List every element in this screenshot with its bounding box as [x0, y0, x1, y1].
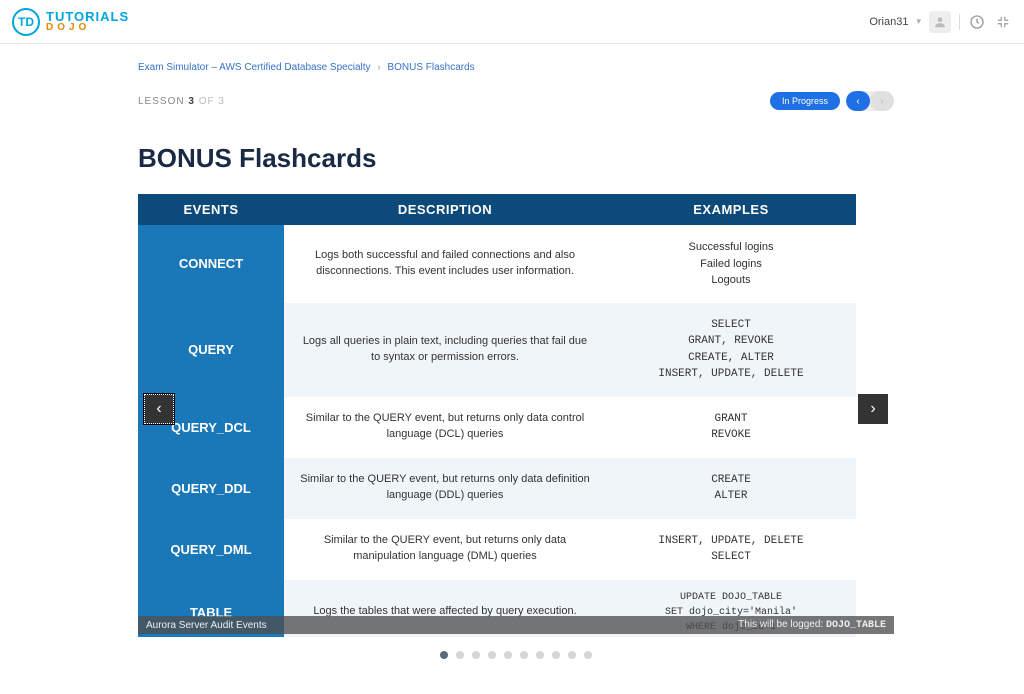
- slide-next-button[interactable]: ›: [858, 394, 888, 424]
- slide-caption: Aurora Server Audit Events This will be …: [138, 616, 894, 634]
- prev-lesson-button[interactable]: ‹: [846, 91, 870, 111]
- breadcrumb: Exam Simulator – AWS Certified Database …: [138, 62, 894, 73]
- event-examples: Successful loginsFailed loginsLogouts: [606, 225, 856, 303]
- slide-dot[interactable]: [568, 651, 576, 659]
- event-description: Logs both successful and failed connecti…: [284, 225, 606, 303]
- slide-dot[interactable]: [536, 651, 544, 659]
- breadcrumb-link-2[interactable]: BONUS Flashcards: [387, 62, 474, 73]
- event-examples: SELECTGRANT, REVOKECREATE, ALTERINSERT, …: [606, 303, 856, 397]
- event-examples: GRANTREVOKE: [606, 397, 856, 458]
- event-name: CONNECT: [138, 225, 284, 303]
- event-description: Logs all queries in plain text, includin…: [284, 303, 606, 397]
- avatar[interactable]: [929, 11, 951, 33]
- event-name: QUERY_DDL: [138, 458, 284, 519]
- page-title: BONUS Flashcards: [138, 143, 894, 174]
- breadcrumb-sep: ›: [377, 62, 380, 73]
- brand-logo[interactable]: TD TUTORIALS DOJO: [12, 8, 129, 36]
- event-examples: CREATEALTER: [606, 458, 856, 519]
- event-description: Similar to the QUERY event, but returns …: [284, 458, 606, 519]
- slide-dot[interactable]: [584, 651, 592, 659]
- lesson-indicator: LESSON 3 OF 3: [138, 96, 225, 107]
- col-description: DESCRIPTION: [284, 194, 606, 225]
- chevron-down-icon[interactable]: ▾: [916, 16, 921, 27]
- flashcard-slide: EVENTS DESCRIPTION EXAMPLES CONNECTLogs …: [138, 194, 894, 637]
- slide-dot[interactable]: [552, 651, 560, 659]
- event-description: Similar to the QUERY event, but returns …: [284, 519, 606, 580]
- slide-dot[interactable]: [472, 651, 480, 659]
- slide-prev-button[interactable]: ‹: [144, 394, 174, 424]
- event-examples: INSERT, UPDATE, DELETESELECT: [606, 519, 856, 580]
- slide-dot[interactable]: [504, 651, 512, 659]
- breadcrumb-link-1[interactable]: Exam Simulator – AWS Certified Database …: [138, 62, 371, 73]
- slide-dot[interactable]: [520, 651, 528, 659]
- audit-events-table: EVENTS DESCRIPTION EXAMPLES CONNECTLogs …: [138, 194, 856, 637]
- slide-dot[interactable]: [440, 651, 448, 659]
- compress-icon[interactable]: [994, 13, 1012, 31]
- col-events: EVENTS: [138, 194, 284, 225]
- user-name[interactable]: Orian31: [869, 16, 908, 28]
- event-name: QUERY: [138, 303, 284, 397]
- event-name: QUERY_DML: [138, 519, 284, 580]
- event-description: Similar to the QUERY event, but returns …: [284, 397, 606, 458]
- slide-dot[interactable]: [488, 651, 496, 659]
- next-lesson-button: ›: [870, 91, 894, 111]
- clock-icon[interactable]: [968, 13, 986, 31]
- status-pill[interactable]: In Progress: [770, 92, 840, 110]
- caption-text: Aurora Server Audit Events: [146, 620, 267, 631]
- col-examples: EXAMPLES: [606, 194, 856, 225]
- slide-dot[interactable]: [456, 651, 464, 659]
- slide-dots: [138, 651, 894, 659]
- logo-badge: TD: [12, 8, 40, 36]
- divider: [959, 14, 960, 30]
- logged-note: This will be logged: DOJO_TABLE: [738, 619, 886, 631]
- logo-bottom: DOJO: [46, 23, 129, 33]
